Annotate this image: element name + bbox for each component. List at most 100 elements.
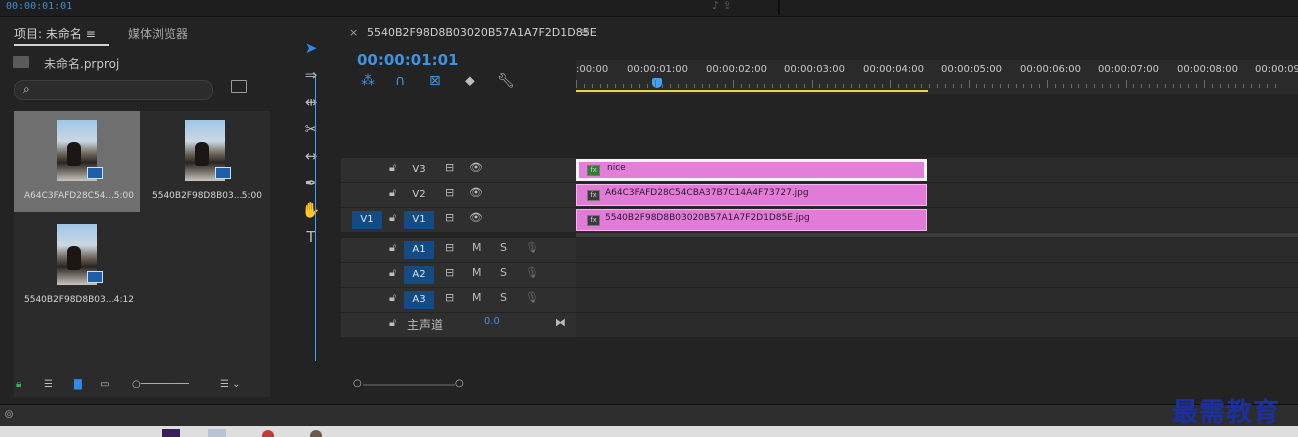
ruler-label: 00:00:02:00 — [706, 64, 768, 75]
selection-tool-icon[interactable]: ➤ — [301, 38, 321, 58]
scroll-track[interactable] — [363, 384, 455, 386]
ruler-tick — [1266, 84, 1268, 88]
lock-icon[interactable]: 🔓︎ — [389, 266, 396, 280]
lock-icon[interactable]: 🔒︎ — [16, 379, 21, 390]
taskbar-app-icon[interactable] — [310, 430, 322, 437]
close-icon[interactable]: × — [349, 26, 358, 39]
sync-lock-icon[interactable]: ⊟ — [445, 291, 454, 304]
mic-icon[interactable]: 🎙︎ — [525, 266, 539, 279]
razor-tool-icon[interactable]: ✂ — [301, 119, 321, 139]
sequence-tab[interactable]: 5540B2F98D8B03020B57A1A7F2D1D85E — [367, 26, 597, 39]
sort-icon[interactable]: ☰ ⌄ — [220, 379, 241, 390]
sync-lock-icon[interactable]: ⊟ — [445, 266, 454, 279]
new-bin-icon[interactable] — [231, 80, 247, 93]
mute-button[interactable]: M — [472, 241, 482, 254]
playhead-line[interactable] — [315, 76, 316, 361]
lock-icon[interactable]: 🔓︎ — [389, 291, 396, 305]
solo-button[interactable]: S — [500, 241, 507, 254]
type-tool-icon[interactable]: T — [301, 227, 321, 247]
media-item[interactable]: 5540B2F98D8B03... 5:00 — [142, 111, 268, 212]
track-lane-master[interactable] — [576, 313, 1298, 338]
lock-icon[interactable]: 🔓︎ — [389, 241, 396, 255]
ruler-tick — [623, 84, 625, 88]
track-lane-a1[interactable] — [576, 238, 1298, 263]
track-label[interactable]: V3 — [404, 161, 434, 179]
lock-icon[interactable]: 🔓︎ — [389, 211, 396, 225]
icon-view-icon[interactable]: ▇ — [74, 379, 82, 390]
solo-button[interactable]: S — [500, 266, 507, 279]
eye-icon[interactable]: 👁︎ — [469, 186, 483, 199]
mute-button[interactable]: M — [472, 291, 482, 304]
pen-tool-icon[interactable]: ✒ — [301, 173, 321, 193]
time-ruler[interactable]: :00:00 00:00:01:00 00:00:02:00 00:00:03:… — [576, 60, 1298, 94]
wrench-icon[interactable]: 🔧︎ — [497, 73, 515, 89]
work-area-bar[interactable] — [576, 90, 928, 92]
taskbar-app-icon[interactable] — [162, 429, 180, 437]
sync-lock-icon[interactable]: ⊟ — [445, 186, 454, 199]
search-input[interactable]: ⌕ — [14, 80, 213, 100]
clip-nice[interactable]: fx nice — [576, 159, 927, 181]
zoom-slider[interactable]: ○──────── — [132, 379, 189, 390]
track-select-tool-icon[interactable]: ⇒ — [301, 65, 321, 85]
master-volume[interactable]: 0.0 — [484, 316, 500, 327]
snap-icon[interactable]: ∩ — [395, 73, 405, 89]
slip-tool-icon[interactable]: ↔ — [301, 146, 321, 166]
mic-icon[interactable]: 🎙︎ — [525, 241, 539, 254]
ruler-tick — [678, 84, 680, 88]
ripple-edit-tool-icon[interactable]: ⇹ — [301, 92, 321, 112]
track-label[interactable]: V2 — [404, 186, 434, 204]
track-label[interactable]: A3 — [404, 291, 434, 309]
ruler-tick — [835, 84, 837, 88]
track-lane-v2[interactable]: fx A64C3FAFD28C54CBA37B7C14A4F73727.jpg — [576, 183, 1298, 208]
source-patch-v1[interactable]: V1 — [352, 211, 382, 229]
mic-icon[interactable]: 🎙︎ — [525, 291, 539, 304]
marker-icon[interactable]: ⬥ — [465, 73, 475, 89]
tab-project[interactable]: 项目: 未命名 ≡ — [14, 25, 96, 42]
sync-lock-icon[interactable]: ⊟ — [445, 211, 454, 224]
sync-lock-icon[interactable]: ⊟ — [445, 161, 454, 174]
track-label[interactable]: V1 — [404, 211, 434, 229]
media-item[interactable]: 5540B2F98D8B03... 4:12 — [14, 215, 140, 316]
horizontal-zoom-scrollbar[interactable]: ○ ○ — [341, 378, 1298, 392]
lock-icon[interactable]: 🔓︎ — [389, 186, 396, 200]
export-icon[interactable]: ♪ ⇪ — [712, 0, 732, 12]
mute-button[interactable]: M — [472, 266, 482, 279]
goto-end-icon[interactable]: ⧓ — [555, 316, 566, 329]
playhead-handle[interactable] — [652, 78, 662, 88]
eye-icon[interactable]: 👁︎ — [469, 211, 483, 224]
hand-tool-icon[interactable]: ✋ — [301, 200, 321, 220]
ruler-tick — [748, 84, 750, 88]
folder-icon — [13, 56, 29, 68]
lock-icon[interactable]: 🔓︎ — [389, 316, 396, 330]
track-header-a1: 🔓︎ A1 ⊟ M S 🎙︎ — [341, 238, 576, 263]
clip-a64c3[interactable]: fx A64C3FAFD28C54CBA37B7C14A4F73727.jpg — [576, 184, 927, 206]
tab-media-browser[interactable]: 媒体浏览器 — [128, 25, 188, 42]
track-lane-v1[interactable]: fx 5540B2F98D8B03020B57A1A7F2D1D85E.jpg — [576, 208, 1298, 233]
panel-menu-icon[interactable]: ≡ — [580, 25, 590, 39]
taskbar-app-icon[interactable] — [262, 430, 274, 437]
nest-icon[interactable]: ⁂ — [361, 73, 375, 89]
track-label[interactable]: A2 — [404, 266, 434, 284]
video-audio-divider[interactable] — [576, 233, 1298, 237]
list-view-icon[interactable]: ☰ — [44, 379, 53, 390]
lock-icon[interactable]: 🔓︎ — [389, 161, 396, 175]
linked-selection-icon[interactable]: ⊠ — [429, 73, 441, 89]
freeform-view-icon[interactable]: ▭ — [100, 379, 109, 390]
eye-icon[interactable]: 👁︎ — [469, 161, 483, 174]
ruler-tick — [1109, 84, 1111, 88]
scroll-handle-right[interactable]: ○ — [455, 378, 464, 389]
track-lane-v3[interactable]: fx nice — [576, 158, 1298, 183]
track-label[interactable]: A1 — [404, 241, 434, 259]
sequence-icon — [87, 271, 103, 283]
creative-cloud-icon[interactable]: ⊚ — [4, 407, 14, 421]
solo-button[interactable]: S — [500, 291, 507, 304]
taskbar-app-icon[interactable] — [208, 429, 226, 437]
playhead-timecode[interactable]: 00:00:01:01 — [357, 51, 459, 69]
scroll-handle-left[interactable]: ○ — [353, 378, 362, 389]
panel-menu-icon[interactable]: ≡ — [86, 27, 96, 41]
sync-lock-icon[interactable]: ⊟ — [445, 241, 454, 254]
media-item[interactable]: A64C3FAFD28C54... 5:00 — [14, 111, 140, 212]
clip-5540b[interactable]: fx 5540B2F98D8B03020B57A1A7F2D1D85E.jpg — [576, 209, 927, 231]
track-lane-a2[interactable] — [576, 263, 1298, 288]
track-lane-a3[interactable] — [576, 288, 1298, 313]
